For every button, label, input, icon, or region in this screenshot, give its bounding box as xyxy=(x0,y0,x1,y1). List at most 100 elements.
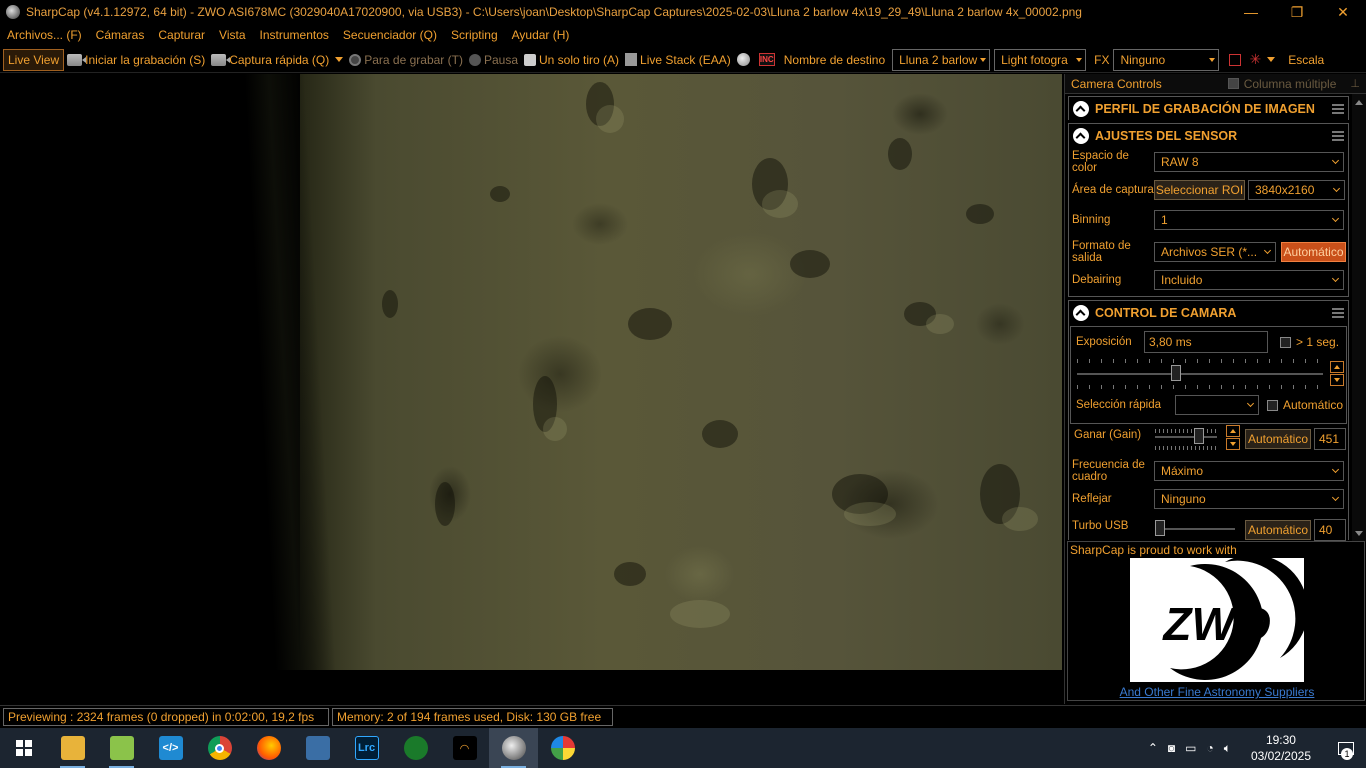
menu-scripting[interactable]: Scripting xyxy=(444,28,505,42)
debayer-select[interactable]: Incluido xyxy=(1154,270,1344,290)
windows-logo-icon xyxy=(16,740,32,756)
maximize-button[interactable]: ❐ xyxy=(1274,0,1320,24)
chevron-down-icon[interactable] xyxy=(1267,57,1276,62)
exposure-slider-track[interactable] xyxy=(1077,373,1323,375)
target-name-select[interactable]: Lluna 2 barlow xyxy=(892,48,991,71)
spin-up-icon[interactable] xyxy=(1330,361,1344,373)
scroll-up-icon[interactable] xyxy=(1355,100,1363,105)
menu-ayudar[interactable]: Ayudar (H) xyxy=(505,28,577,42)
panel-scrollbar[interactable] xyxy=(1352,94,1366,542)
quick-select-dropdown[interactable] xyxy=(1175,395,1259,415)
close-button[interactable]: ✕ xyxy=(1320,0,1366,24)
gain-auto-button[interactable]: Automático xyxy=(1245,429,1311,449)
reticle-icon[interactable] xyxy=(1229,53,1242,66)
gain-value-input[interactable]: 451 xyxy=(1314,428,1346,450)
single-shot-button[interactable]: Un solo tiro (A) xyxy=(521,49,622,71)
frame-type-select[interactable]: Light fotogra xyxy=(994,48,1087,71)
taskbar-app-orbit[interactable]: ◠ xyxy=(440,728,489,768)
multi-column-toggle[interactable]: Columna múltiple ⊥ xyxy=(1227,77,1360,91)
binning-select[interactable]: 1 xyxy=(1154,210,1344,230)
profile-section-header[interactable]: PERFIL DE GRABACIÓN DE IMAGEN xyxy=(1069,97,1348,121)
camera-section-header[interactable]: CONTROL DE CAMARA xyxy=(1069,301,1348,325)
quick-select-row: Selección rápida Automático xyxy=(1076,395,1343,415)
gain-slider-thumb[interactable] xyxy=(1194,428,1204,444)
pause-button[interactable]: Pausa xyxy=(466,49,521,71)
taskbar-network-app[interactable] xyxy=(293,728,342,768)
collapse-icon[interactable] xyxy=(1073,101,1089,117)
taskbar-notepad[interactable] xyxy=(97,728,146,768)
memory-status: Memory: 2 of 194 frames used, Disk: 130 … xyxy=(332,708,613,726)
taskbar-sharpcap[interactable] xyxy=(489,728,538,768)
chevron-down-icon[interactable] xyxy=(335,57,344,62)
start-capture-button[interactable]: Iniciar la grabación (S) xyxy=(64,49,208,71)
resolution-select[interactable]: 3840x2160 xyxy=(1248,180,1345,200)
meet-now-icon[interactable]: ◙ xyxy=(1168,741,1175,755)
menu-archivos[interactable]: Archivos... (F) xyxy=(0,28,89,42)
suppliers-link[interactable]: And Other Fine Astronomy Suppliers xyxy=(1068,685,1366,699)
menu-vista[interactable]: Vista xyxy=(212,28,252,42)
menu-instrumentos[interactable]: Instrumentos xyxy=(253,28,336,42)
chevron-down-icon xyxy=(1331,465,1340,474)
select-roi-button[interactable]: Seleccionar ROI xyxy=(1154,180,1245,200)
notifications-button[interactable]: 1 xyxy=(1326,728,1366,768)
exposure-spinner[interactable] xyxy=(1330,361,1344,387)
quick-auto-checkbox[interactable] xyxy=(1267,399,1278,411)
quick-capture-button[interactable]: Captura rápida (Q) xyxy=(208,49,346,71)
spin-down-icon[interactable] xyxy=(1330,374,1344,386)
hamburger-icon[interactable] xyxy=(1332,308,1344,318)
menu-camaras[interactable]: Cámaras xyxy=(89,28,152,42)
output-format-select[interactable]: Archivos SER (*... xyxy=(1154,242,1276,262)
crosshair-icon[interactable]: ✳ xyxy=(1249,51,1261,68)
long-exposure-checkbox[interactable] xyxy=(1280,336,1291,348)
flip-select[interactable]: Ninguno xyxy=(1154,489,1344,509)
pin-icon[interactable]: ⊥ xyxy=(1350,77,1360,90)
live-view-label: Live View xyxy=(8,52,60,67)
taskbar-file-explorer[interactable] xyxy=(48,728,97,768)
minimize-button[interactable]: — xyxy=(1228,0,1274,24)
menu-secuenciador[interactable]: Secuenciador (Q) xyxy=(336,28,444,42)
exposure-slider-thumb[interactable] xyxy=(1171,365,1182,381)
taskbar-firefox[interactable] xyxy=(244,728,293,768)
live-stack-button[interactable]: Live Stack (EAA) xyxy=(622,49,734,71)
start-button[interactable] xyxy=(0,728,48,768)
network-icon xyxy=(305,736,330,760)
gain-spinner[interactable] xyxy=(1226,425,1240,451)
hamburger-icon[interactable] xyxy=(1332,104,1344,114)
stop-capture-button[interactable]: Para de grabar (T) xyxy=(346,49,466,71)
clock[interactable]: 19:30 03/02/2025 xyxy=(1246,732,1316,764)
color-space-select[interactable]: RAW 8 xyxy=(1154,152,1344,172)
volume-icon[interactable]: 🔈︎ xyxy=(1224,741,1231,756)
live-image-view[interactable] xyxy=(0,74,1062,670)
scroll-down-icon[interactable] xyxy=(1355,531,1363,536)
usb-slider-track[interactable] xyxy=(1155,528,1235,530)
usb-slider-thumb[interactable] xyxy=(1155,520,1165,536)
scale-label[interactable]: Escala xyxy=(1285,49,1327,71)
collapse-icon[interactable] xyxy=(1073,305,1089,321)
fx-select[interactable]: Ninguno xyxy=(1113,48,1220,71)
usb-value-input[interactable]: 40 xyxy=(1314,519,1346,541)
wifi-icon[interactable]: ◔ xyxy=(1206,741,1213,755)
moon-button[interactable] xyxy=(734,49,756,71)
taskbar-app-green[interactable] xyxy=(391,728,440,768)
taskbar-lightroom[interactable]: Lrc xyxy=(342,728,391,768)
dropdown-arrow-icon xyxy=(980,57,987,62)
spin-down-icon[interactable] xyxy=(1226,438,1240,450)
increment-button[interactable]: INC xyxy=(756,49,781,71)
chevron-up-icon[interactable]: ⌃ xyxy=(1148,741,1158,755)
output-auto-button[interactable]: Automático xyxy=(1281,242,1346,262)
spin-up-icon[interactable] xyxy=(1226,425,1240,437)
battery-icon[interactable]: ▭ xyxy=(1185,741,1196,755)
framerate-select[interactable]: Máximo xyxy=(1154,461,1344,481)
exposure-group: Exposición 3,80 ms > 1 seg. Selección rá… xyxy=(1070,326,1347,424)
collapse-icon[interactable] xyxy=(1073,128,1089,144)
usb-auto-button[interactable]: Automático xyxy=(1245,520,1311,540)
exposure-input[interactable]: 3,80 ms xyxy=(1144,331,1268,353)
live-view-button[interactable]: Live View xyxy=(3,48,65,71)
sensor-section-header[interactable]: AJUSTES DEL SENSOR xyxy=(1069,124,1348,148)
menu-capturar[interactable]: Capturar xyxy=(151,28,212,42)
hamburger-icon[interactable] xyxy=(1332,131,1344,141)
taskbar-chrome[interactable] xyxy=(195,728,244,768)
taskbar-vscode[interactable]: </> xyxy=(146,728,195,768)
taskbar-paint[interactable] xyxy=(538,728,587,768)
gain-slider-track[interactable] xyxy=(1155,436,1217,438)
